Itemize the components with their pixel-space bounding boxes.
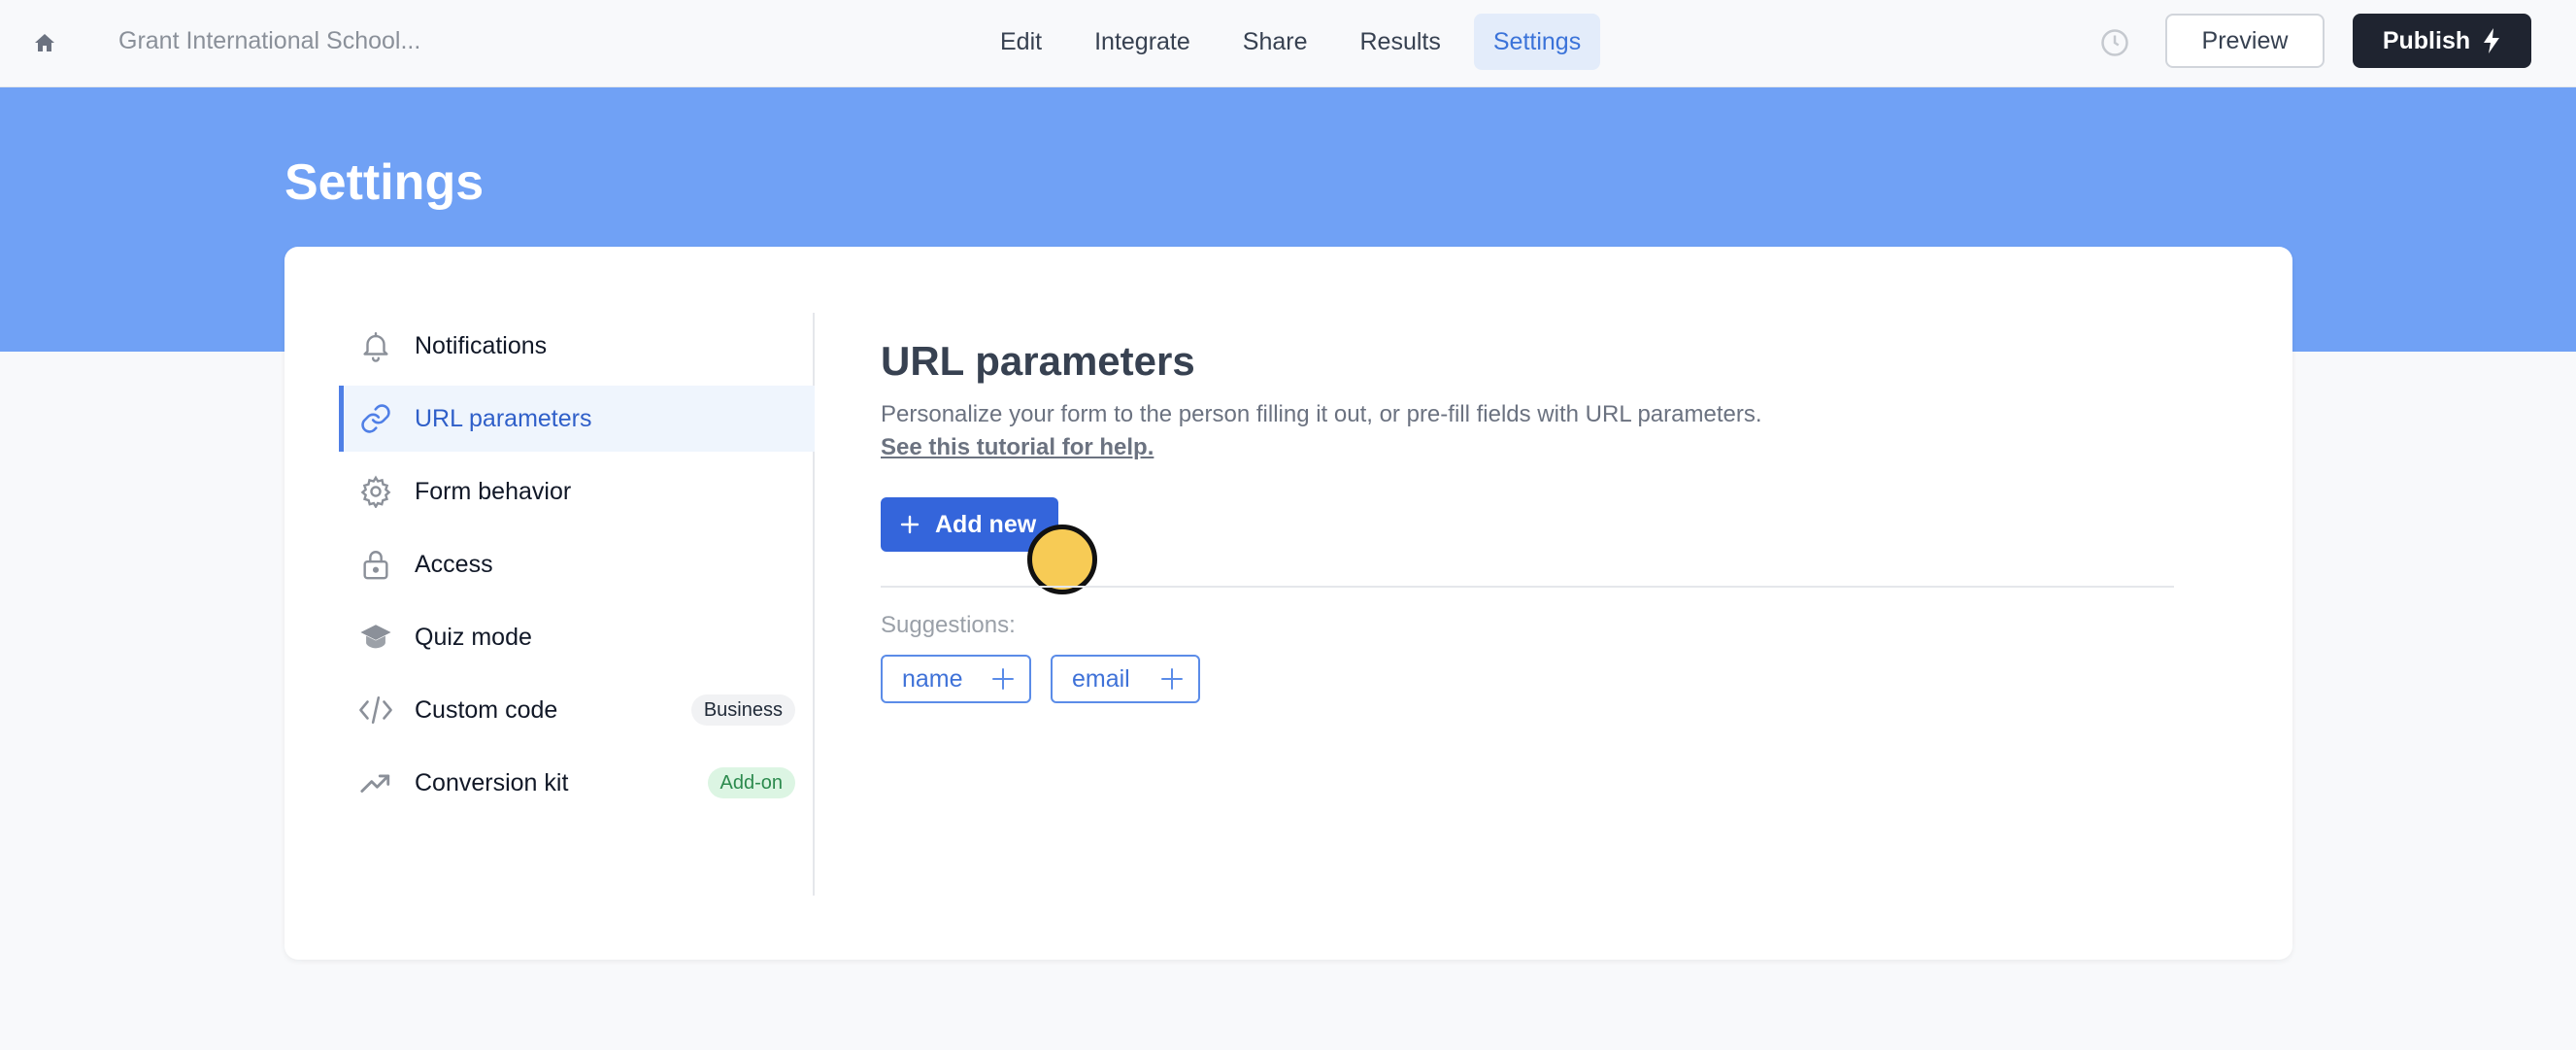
settings-card: Notifications URL parameters Form behavi…	[284, 247, 2292, 960]
bell-icon	[356, 326, 395, 365]
sidebar-item-label: Conversion kit	[415, 768, 569, 796]
tab-edit[interactable]: Edit	[981, 14, 1061, 70]
addon-badge: Add-on	[707, 767, 795, 798]
sidebar-item-label: URL parameters	[415, 404, 592, 432]
preview-button[interactable]: Preview	[2165, 14, 2325, 68]
trending-up-icon	[356, 763, 395, 802]
tutorial-link[interactable]: See this tutorial for help.	[881, 434, 1154, 461]
suggestion-label: name	[902, 664, 963, 693]
sidebar-item-notifications[interactable]: Notifications	[339, 313, 815, 379]
url-parameters-panel: URL parameters Personalize your form to …	[881, 247, 2182, 960]
sidebar-item-label: Notifications	[415, 331, 548, 359]
graduation-cap-icon	[356, 618, 395, 657]
page-title: Settings	[284, 154, 485, 211]
top-bar: Grant International School... Edit Integ…	[0, 0, 2576, 87]
form-title[interactable]: Grant International School...	[118, 27, 420, 55]
tab-share[interactable]: Share	[1223, 14, 1327, 70]
home-button[interactable]	[27, 25, 62, 60]
link-icon	[356, 399, 395, 438]
sidebar-item-form-behavior[interactable]: Form behavior	[339, 458, 815, 525]
sidebar-item-access[interactable]: Access	[339, 531, 815, 597]
sidebar-item-conversion-kit[interactable]: Conversion kit Add-on	[339, 750, 815, 816]
lightning-icon	[2484, 28, 2500, 53]
main-nav: Edit Integrate Share Results Settings	[981, 14, 1614, 70]
sidebar-item-label: Access	[415, 550, 493, 578]
sidebar-item-custom-code[interactable]: Custom code Business	[339, 677, 815, 743]
suggestion-chip-name[interactable]: name	[881, 655, 1031, 703]
suggestion-label: email	[1072, 664, 1130, 693]
business-badge: Business	[690, 694, 795, 726]
publish-label: Publish	[2382, 26, 2471, 54]
section-description: Personalize your form to the person fill…	[881, 401, 1762, 427]
code-icon	[356, 691, 395, 729]
clock-icon	[2101, 29, 2128, 56]
cursor-marker	[1027, 525, 1097, 594]
plus-icon	[900, 515, 920, 534]
divider	[881, 586, 2174, 588]
suggestion-chip-email[interactable]: email	[1051, 655, 1200, 703]
tab-results[interactable]: Results	[1341, 14, 1460, 70]
home-icon	[35, 34, 54, 51]
publish-button[interactable]: Publish	[2353, 14, 2531, 68]
lock-icon	[356, 545, 395, 584]
sidebar-item-label: Form behavior	[415, 477, 572, 505]
sidebar-item-quiz-mode[interactable]: Quiz mode	[339, 604, 815, 670]
section-title: URL parameters	[881, 338, 1195, 384]
suggestions-label: Suggestions:	[881, 612, 1016, 638]
history-button[interactable]	[2097, 25, 2132, 60]
sidebar-item-label: Custom code	[415, 695, 558, 724]
sidebar-item-label: Quiz mode	[415, 623, 532, 651]
plus-icon	[992, 668, 1014, 690]
plus-icon	[1161, 668, 1183, 690]
tab-integrate[interactable]: Integrate	[1075, 14, 1210, 70]
gear-icon	[356, 472, 395, 511]
settings-sidebar: Notifications URL parameters Form behavi…	[339, 313, 815, 896]
add-new-label: Add new	[935, 510, 1037, 538]
tab-settings[interactable]: Settings	[1473, 14, 1601, 70]
sidebar-item-url-parameters[interactable]: URL parameters	[339, 386, 815, 452]
